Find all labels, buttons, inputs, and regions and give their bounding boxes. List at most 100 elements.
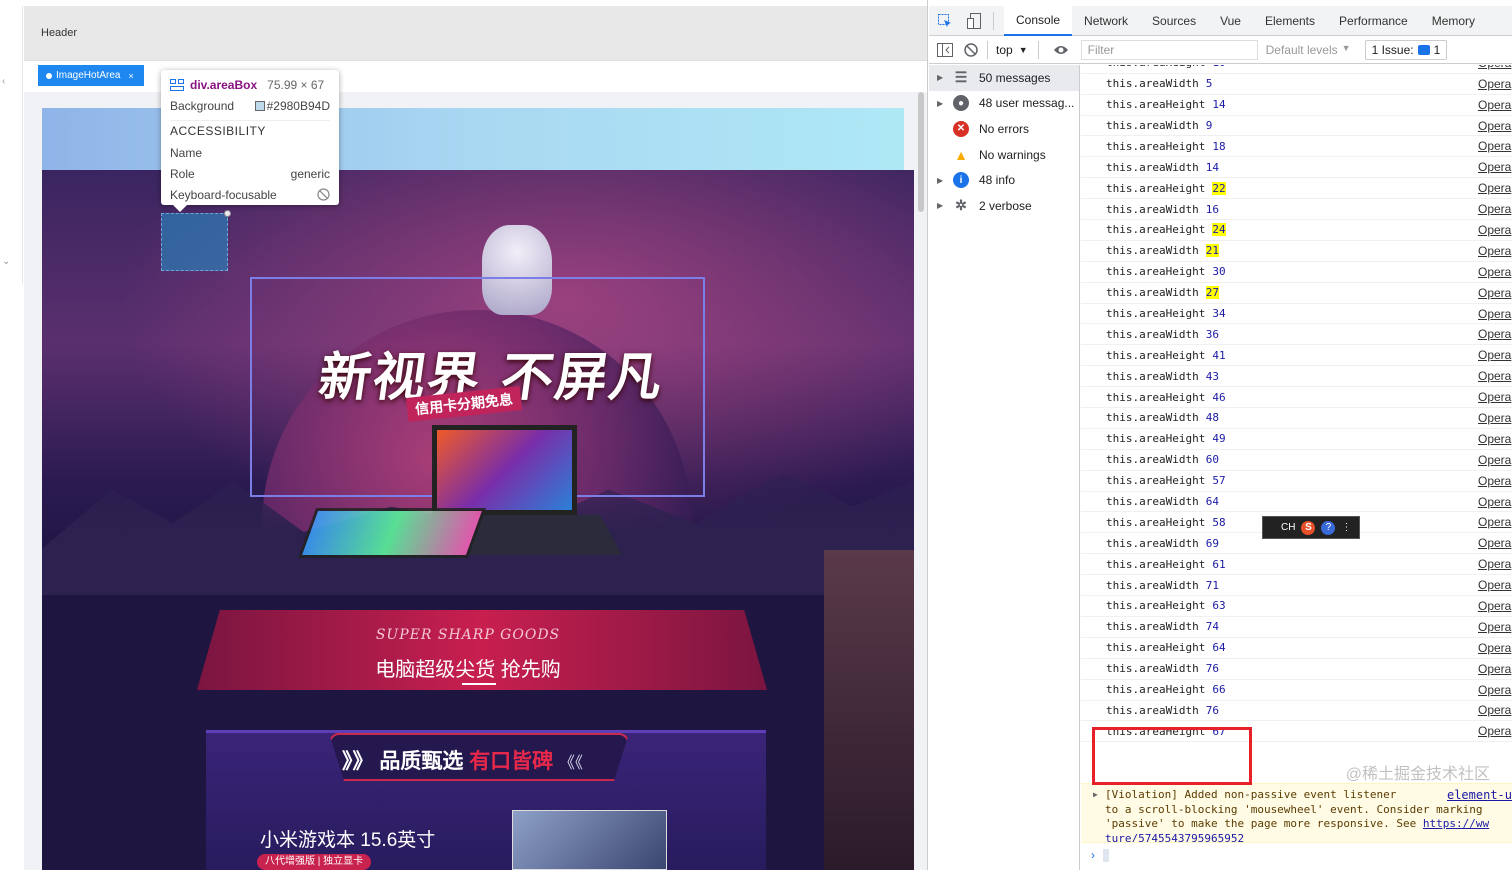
log-source-link[interactable]: Opera <box>1478 369 1512 383</box>
log-source-link[interactable]: Opera <box>1478 286 1512 300</box>
context-selector[interactable]: top ▼ <box>996 43 1028 57</box>
log-source-link[interactable]: Opera <box>1478 223 1512 237</box>
log-source-link[interactable]: Opera <box>1478 432 1512 446</box>
ime-logo-icon[interactable]: S <box>1301 520 1316 535</box>
tab-vue[interactable]: Vue <box>1208 6 1253 36</box>
sidebar-item-label: 48 info <box>979 173 1016 188</box>
log-source-link[interactable]: Opera <box>1478 119 1512 133</box>
log-line: this.areaWidth 9 Opera <box>1081 116 1512 137</box>
chevron-left-icon[interactable]: ‹ <box>2 76 5 87</box>
violation-link-continued[interactable]: ture/5745543795965952 <box>1105 832 1244 843</box>
log-lines: this.areaWidth3Operathis.areaHeight10Ope… <box>1081 65 1512 743</box>
quality-highlight: 有口皆碑 <box>469 750 554 773</box>
chevron-down-icon[interactable]: ⌄ <box>2 256 10 267</box>
tab-memory[interactable]: Memory <box>1420 6 1487 36</box>
resize-handle[interactable] <box>224 210 231 217</box>
sidebar-item-info[interactable]: ▶ i 48 info <box>929 167 1079 193</box>
log-source-link[interactable]: Opera <box>1478 160 1512 174</box>
area-box-selection[interactable] <box>161 210 231 271</box>
log-value: 9 <box>1205 119 1213 132</box>
tab-network[interactable]: Network <box>1072 6 1140 36</box>
log-source-link[interactable]: Opera <box>1478 390 1512 404</box>
log-source-link[interactable]: Opera <box>1478 557 1512 571</box>
tab-sources[interactable]: Sources <box>1140 6 1208 36</box>
log-source-link[interactable]: Opera <box>1478 202 1512 216</box>
console-prompt[interactable]: › <box>1081 843 1512 867</box>
inspect-element-icon[interactable] <box>937 13 953 29</box>
product-name: 小米游戏本 15.6英寸 <box>260 830 436 851</box>
log-source-link[interactable]: Opera <box>1478 495 1512 509</box>
violation-message[interactable]: ▶ element-u [Violation] Added non-passiv… <box>1081 783 1512 843</box>
violation-link[interactable]: https://ww <box>1423 817 1489 830</box>
tab-elements[interactable]: Elements <box>1253 6 1327 36</box>
log-source-link[interactable]: Opera <box>1478 307 1512 321</box>
focusable-label: Keyboard-focusable <box>170 188 277 202</box>
expand-arrow-icon[interactable]: ▶ <box>937 99 947 108</box>
log-line: this.areaWidth 43 Opera <box>1081 366 1512 388</box>
log-source-link[interactable]: Opera <box>1478 65 1512 70</box>
sidebar-item-bug[interactable]: ▶ ✲ 2 verbose <box>929 193 1079 219</box>
tab-image-hot-area[interactable]: ImageHotArea × <box>38 65 144 86</box>
issues-button[interactable]: 1 Issue: 1 <box>1364 40 1448 60</box>
log-source-link[interactable]: Opera <box>1478 536 1512 550</box>
violation-source-link[interactable]: element-u <box>1447 788 1512 803</box>
sidebar-item-error[interactable]: ✕ No errors <box>929 116 1079 142</box>
log-message: this.areaHeight <box>1106 348 1206 362</box>
log-source-link[interactable]: Opera <box>1478 515 1512 529</box>
log-source-link[interactable]: Opera <box>1478 327 1512 341</box>
sidebar-item-user[interactable]: ▶ ● 48 user messag... <box>929 91 1079 117</box>
log-source-link[interactable]: Opera <box>1478 181 1512 195</box>
log-source-link[interactable]: Opera <box>1478 662 1512 676</box>
tab-console[interactable]: Console <box>1004 5 1073 36</box>
ime-toolbar[interactable]: CH S ? ⋮ <box>1262 516 1360 539</box>
log-message: this.areaWidth <box>1106 202 1199 216</box>
close-icon[interactable]: × <box>128 71 133 81</box>
expand-arrow-icon[interactable]: ▶ <box>1093 788 1098 803</box>
sidebar-item-list[interactable]: ▶ ☰ 50 messages <box>929 65 1079 91</box>
log-source-link[interactable]: Opera <box>1478 641 1512 655</box>
log-source-link[interactable]: Opera <box>1478 348 1512 362</box>
levels-label: Default levels <box>1265 43 1338 57</box>
log-source-link[interactable]: Opera <box>1478 703 1512 717</box>
log-value: 36 <box>1205 327 1219 341</box>
log-source-link[interactable]: Opera <box>1478 474 1512 488</box>
highlight-annotation-box <box>1092 727 1252 785</box>
log-message: this.areaHeight <box>1106 181 1206 195</box>
scrollbar[interactable] <box>918 92 924 212</box>
levels-dropdown[interactable]: Default levels ▼ <box>1266 43 1351 57</box>
log-value: 74 <box>1205 620 1219 634</box>
sidebar-item-warning[interactable]: ▲ No warnings <box>929 142 1079 168</box>
log-source-link[interactable]: Opera <box>1478 724 1512 738</box>
log-source-link[interactable]: Opera <box>1478 98 1512 112</box>
log-source-link[interactable]: Opera <box>1478 578 1512 592</box>
log-message: this.areaWidth <box>1106 286 1199 300</box>
expand-arrow-icon[interactable]: ▶ <box>937 176 947 185</box>
log-message: this.areaWidth <box>1106 369 1199 383</box>
ime-help-icon[interactable]: ? <box>1321 520 1336 535</box>
expand-arrow-icon[interactable]: ▶ <box>937 201 947 210</box>
log-value: 14 <box>1212 98 1226 112</box>
log-message: this.areaHeight <box>1106 599 1206 613</box>
log-source-link[interactable]: Opera <box>1478 599 1512 613</box>
eye-icon[interactable] <box>1051 40 1071 60</box>
filter-input[interactable]: Filter <box>1080 40 1258 60</box>
log-source-link[interactable]: Opera <box>1478 620 1512 634</box>
log-source-link[interactable]: Opera <box>1478 411 1512 425</box>
clear-console-icon[interactable] <box>961 40 981 60</box>
log-source-link[interactable]: Opera <box>1478 265 1512 279</box>
log-source-link[interactable]: Opera <box>1478 77 1512 91</box>
log-source-link[interactable]: Opera <box>1478 139 1512 153</box>
log-value: 58 <box>1212 515 1226 529</box>
log-source-link[interactable]: Opera <box>1478 453 1512 467</box>
ime-menu-icon[interactable]: ⋮ <box>1341 522 1351 533</box>
expand-arrow-icon[interactable]: ▶ <box>937 73 947 82</box>
user-icon: ● <box>953 95 969 112</box>
device-toolbar-icon[interactable] <box>967 12 983 29</box>
log-value: 49 <box>1212 432 1226 446</box>
sidebar-toggle-icon[interactable] <box>935 40 955 60</box>
devtools-tabs: Console Network Sources Vue Elements Performa… <box>1004 5 1487 36</box>
log-source-link[interactable]: Opera <box>1478 244 1512 258</box>
product-image <box>512 810 667 870</box>
tab-performance[interactable]: Performance <box>1327 6 1420 36</box>
log-source-link[interactable]: Opera <box>1478 683 1512 697</box>
